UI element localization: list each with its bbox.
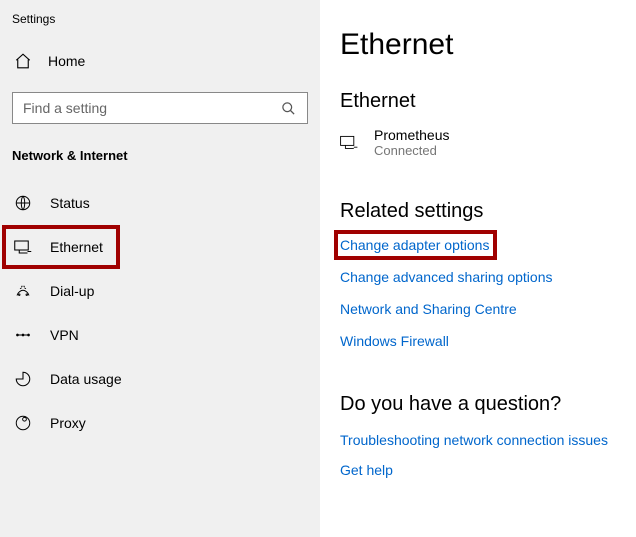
sidebar-item-dialup[interactable]: Dial-up [0, 269, 320, 313]
dialup-icon [14, 282, 32, 300]
vpn-icon [14, 326, 32, 344]
datausage-icon [14, 370, 32, 388]
link-firewall[interactable]: Windows Firewall [340, 333, 449, 349]
related-links: Change adapter options Change advanced s… [340, 237, 636, 349]
link-change-adapter[interactable]: Change adapter options [340, 237, 489, 253]
datausage-label: Data usage [50, 371, 122, 387]
section-header-ethernet: Ethernet [340, 90, 636, 113]
settings-sidebar: Settings Home Network & Internet Status [0, 0, 320, 537]
section-header-related: Related settings [340, 200, 636, 223]
vpn-label: VPN [50, 327, 79, 343]
connection-info: Prometheus Connected [374, 127, 449, 158]
search-input[interactable] [23, 100, 279, 116]
globe-icon [14, 194, 32, 212]
proxy-label: Proxy [50, 415, 86, 431]
search-icon [279, 99, 297, 117]
category-header: Network & Internet [0, 142, 320, 181]
question-links: Troubleshooting network connection issue… [340, 432, 636, 478]
sidebar-item-ethernet[interactable]: Ethernet [0, 225, 320, 269]
sidebar-item-datausage[interactable]: Data usage [0, 357, 320, 401]
sidebar-item-vpn[interactable]: VPN [0, 313, 320, 357]
sidebar-item-status[interactable]: Status [0, 181, 320, 225]
link-change-sharing[interactable]: Change advanced sharing options [340, 269, 553, 285]
link-highlight-wrap: Change adapter options [340, 237, 489, 253]
main-content: Ethernet Ethernet Prometheus Connected R… [320, 0, 636, 537]
home-icon [14, 52, 32, 70]
link-get-help[interactable]: Get help [340, 462, 393, 478]
ethernet-label: Ethernet [50, 239, 103, 255]
link-troubleshoot[interactable]: Troubleshooting network connection issue… [340, 432, 608, 448]
home-label: Home [48, 53, 85, 69]
sidebar-item-proxy[interactable]: Proxy [0, 401, 320, 445]
sidebar-item-home[interactable]: Home [0, 42, 320, 80]
connection-ethernet-icon [340, 134, 358, 152]
connection-row[interactable]: Prometheus Connected [340, 127, 636, 158]
status-label: Status [50, 195, 90, 211]
search-box[interactable] [12, 92, 308, 124]
connection-name: Prometheus [374, 127, 449, 143]
app-label: Settings [0, 8, 320, 42]
ethernet-icon [14, 238, 32, 256]
connection-status: Connected [374, 143, 449, 158]
link-sharing-centre[interactable]: Network and Sharing Centre [340, 301, 517, 317]
question-header: Do you have a question? [340, 393, 636, 416]
page-title: Ethernet [340, 28, 636, 62]
proxy-icon [14, 414, 32, 432]
dialup-label: Dial-up [50, 283, 94, 299]
